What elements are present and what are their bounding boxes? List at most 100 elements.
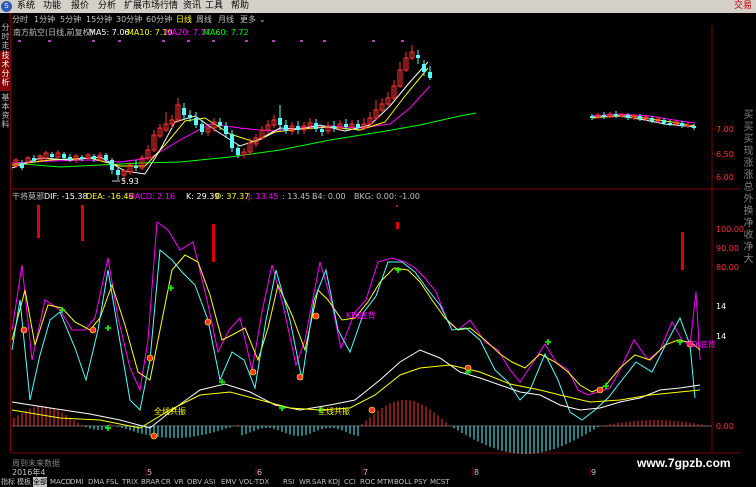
menu-system[interactable]: 系统 — [17, 1, 35, 12]
candle-body — [428, 72, 432, 78]
period-tab[interactable]: 5分钟 — [60, 14, 81, 25]
period-tab[interactable]: 月线 — [218, 14, 234, 25]
info-label: 大 — [743, 254, 754, 265]
candle-body — [416, 55, 420, 58]
indicator-tab[interactable]: WR — [299, 477, 311, 487]
dif-label: DIF: -15.38 — [44, 192, 88, 201]
indicator-tab[interactable]: RSI — [283, 477, 294, 487]
indicator-tab[interactable]: VR — [174, 477, 184, 487]
candle-body — [332, 126, 336, 128]
candle-body — [626, 115, 630, 118]
neg-label: : -1.00 — [394, 192, 420, 201]
tab-technical-analysis[interactable]: 技术分析 — [0, 51, 11, 91]
trade-button[interactable]: 交易 — [734, 1, 752, 12]
candle-body — [104, 155, 108, 160]
j2-label: : 13.45 — [282, 192, 310, 201]
indicator-tab[interactable]: VOL-TDX — [239, 477, 269, 487]
period-tab[interactable]: 分时 — [12, 14, 28, 25]
indicator-tab[interactable]: MACD — [50, 477, 71, 487]
indicator-tab[interactable]: BOLL — [394, 477, 412, 487]
price-tick: 6.00 — [716, 173, 734, 182]
candle-body — [650, 118, 654, 121]
month-label: 8 — [474, 468, 479, 477]
period-tab[interactable]: 周线 — [196, 14, 212, 25]
candle-body — [278, 118, 282, 125]
buy-marker — [204, 318, 212, 326]
dea-label: DEA: -16.46 — [86, 192, 134, 201]
indicator-tab[interactable]: TRIX — [122, 477, 138, 487]
year-label: 2016年4 — [12, 467, 45, 477]
candle-body — [692, 126, 696, 128]
menu-quotes[interactable]: 报价 — [71, 1, 89, 12]
buy-marker — [89, 326, 97, 334]
indicator-tab[interactable]: ASI — [204, 477, 215, 487]
tab-fundamentals[interactable]: 基本资料 — [0, 93, 11, 133]
period-tab[interactable]: 15分钟 — [86, 14, 112, 25]
indicator-tick: 100.00 — [716, 225, 744, 234]
indicator-tab[interactable]: CCI — [344, 477, 356, 487]
indicator-tab[interactable]: PSY — [414, 477, 427, 487]
period-tab[interactable]: 更多 — [240, 14, 256, 25]
indicator-tab[interactable]: MCST — [430, 477, 450, 487]
d-label: D: 37.37 — [215, 192, 249, 201]
indicator-tab[interactable]: EMV — [221, 477, 236, 487]
more-chevron-icon[interactable]: ⌄ — [259, 14, 266, 25]
month-label: 6 — [257, 468, 262, 477]
signal-dots — [18, 40, 404, 42]
candle-body — [200, 124, 204, 132]
indicator-tick: 14 — [716, 332, 726, 341]
kdj-divergence-label: KDJ底背 — [346, 310, 376, 320]
indicator-tab[interactable]: KDJ — [328, 477, 340, 487]
ma60-label: MA60: 7.72 — [203, 28, 249, 37]
resonance-label: 全线共振 — [318, 406, 350, 416]
info-label: 涨 — [743, 170, 754, 181]
candle-body — [422, 64, 426, 72]
menu-help[interactable]: 帮助 — [231, 1, 249, 12]
month-label: 7 — [363, 468, 368, 477]
indicator-tab[interactable]: DMI — [70, 477, 84, 487]
candle-body — [614, 114, 618, 116]
period-tab[interactable]: 30分钟 — [116, 14, 142, 25]
chart-canvas[interactable]: 南方航空(日线,前复权) MA5: 7.06 MA10: 7.10 MA20: … — [0, 0, 756, 487]
indicator-tab[interactable]: BRAR — [141, 477, 160, 487]
kdj-divergence-label: KDJ底背 — [686, 339, 716, 349]
candle-body — [284, 125, 288, 131]
indicator-tab[interactable]: CR — [161, 477, 171, 487]
indicator-tab[interactable]: DMA — [88, 477, 104, 487]
indicator-tab[interactable]: 模板 — [17, 477, 31, 487]
white-line — [11, 349, 701, 429]
signal-dot — [372, 40, 375, 42]
period-tab-active[interactable]: 日线 — [176, 14, 192, 25]
b4-label: B4: 0.00 — [312, 192, 346, 201]
indicator-tab[interactable]: MTM — [377, 477, 393, 487]
menu-extended-market[interactable]: 扩展市场行情 — [124, 1, 178, 12]
price-title: 南方航空(日线,前复权) — [13, 27, 94, 37]
indicator-tick: 80.00 — [716, 263, 739, 272]
buy-marker — [146, 354, 154, 362]
menu-analysis[interactable]: 分析 — [98, 1, 116, 12]
indicator-tab-active[interactable]: 全部 — [33, 477, 47, 487]
period-tab[interactable]: 60分钟 — [146, 14, 172, 25]
candle-body — [356, 124, 360, 128]
buy-marker — [150, 432, 158, 440]
d-line — [11, 249, 696, 421]
sell-marker — [603, 383, 609, 389]
indicator-tab[interactable]: OBV — [187, 477, 202, 487]
indicator-tab[interactable]: 指标 — [1, 477, 15, 487]
candle-body — [344, 124, 348, 127]
signal-dot — [187, 40, 190, 42]
menu-bar: S 系统 功能 报价 分析 扩展市场行情 资讯 工具 帮助 交易 — [0, 0, 756, 13]
app-logo-icon: S — [1, 1, 12, 12]
menu-function[interactable]: 功能 — [43, 1, 61, 12]
menu-tools[interactable]: 工具 — [205, 1, 223, 12]
candle-body — [62, 154, 66, 158]
macd-label: MACD: 2.16 — [128, 192, 175, 201]
indicator-tab[interactable]: SAR — [312, 477, 326, 487]
period-tab[interactable]: 1分钟 — [34, 14, 55, 25]
buy-marker — [596, 386, 604, 394]
indicator-tab[interactable]: ROC — [360, 477, 375, 487]
candle-body — [218, 122, 222, 126]
indicator-tab[interactable]: FSL — [106, 477, 118, 487]
menu-news[interactable]: 资讯 — [183, 1, 201, 12]
candle-body — [182, 108, 186, 115]
